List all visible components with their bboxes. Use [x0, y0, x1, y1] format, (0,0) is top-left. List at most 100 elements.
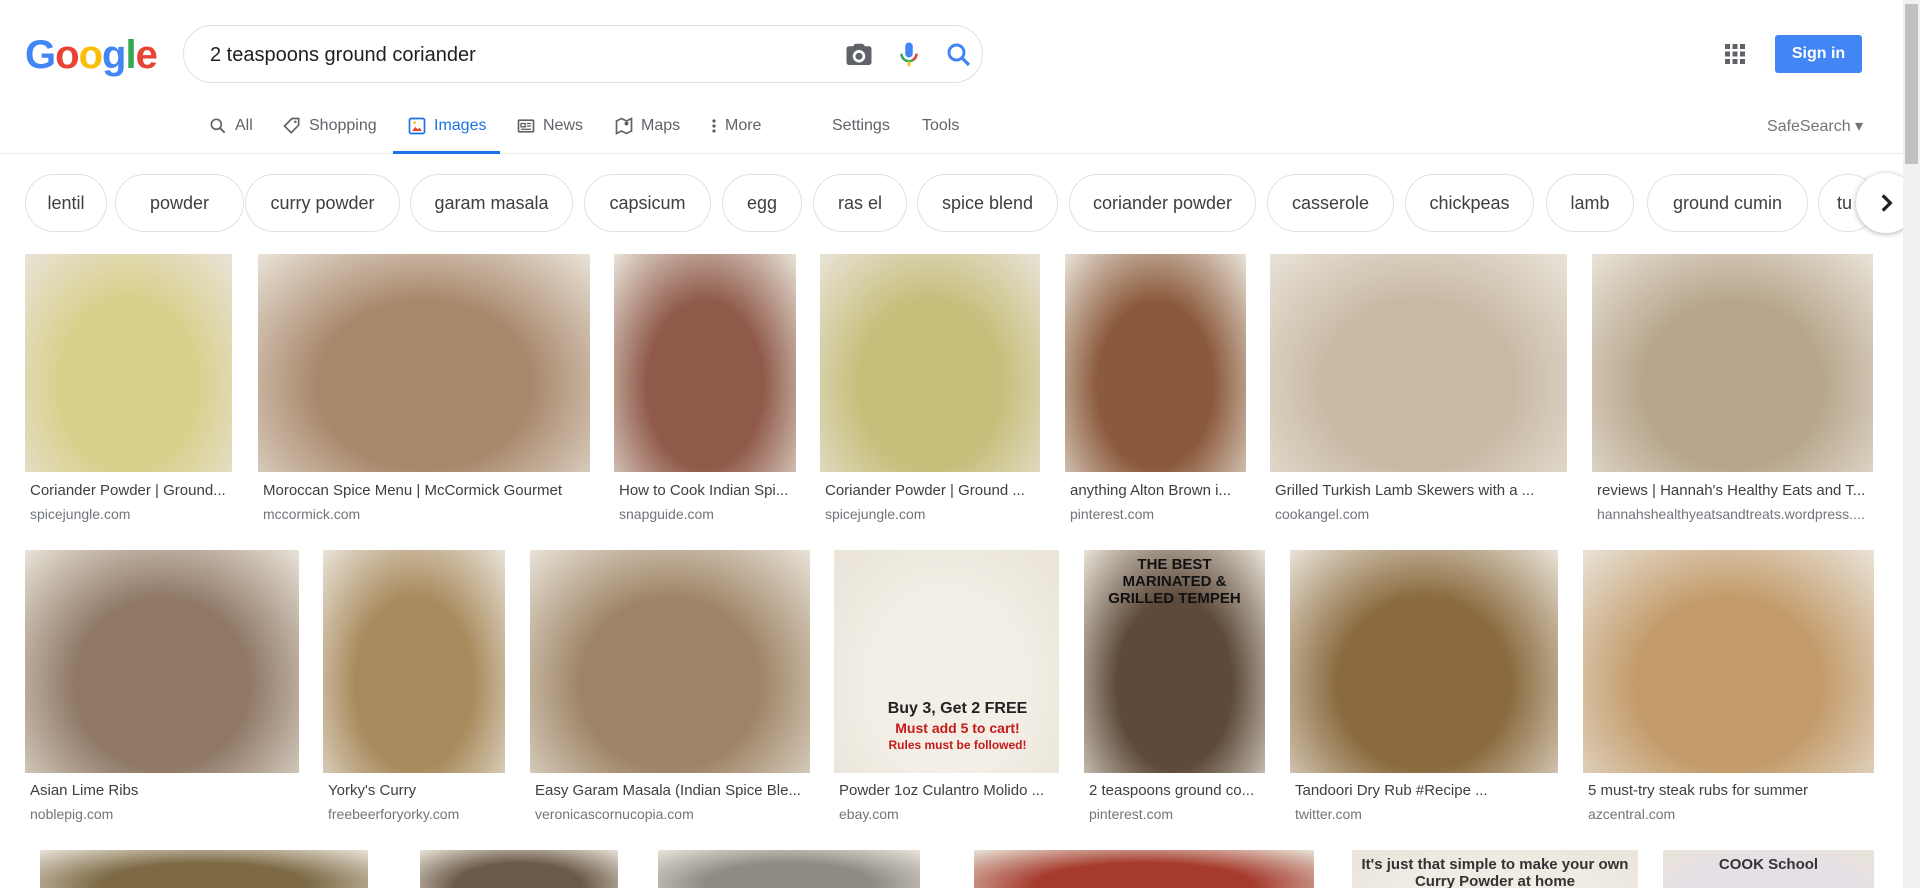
result-title[interactable]: How to Cook Indian Spi...	[619, 482, 793, 499]
result-source[interactable]: hannahshealthyeatsandtreats.wordpress...…	[1597, 506, 1870, 522]
logo-letter: l	[125, 33, 136, 77]
chip-spice-blend[interactable]: spice blend	[917, 174, 1058, 232]
result-thumbnail[interactable]	[25, 254, 232, 472]
search-icon[interactable]	[944, 40, 974, 70]
result-title[interactable]: Easy Garam Masala (Indian Spice Ble...	[535, 782, 807, 799]
tab-tools[interactable]: Tools	[922, 98, 959, 154]
chip-casserole[interactable]: casserole	[1267, 174, 1394, 232]
thumbnail-overlay-text: It's just that simple to make your own C…	[1361, 856, 1629, 888]
result-thumbnail[interactable]	[25, 550, 299, 773]
tab-label: Settings	[832, 117, 890, 134]
scrollbar[interactable]	[1903, 0, 1920, 888]
result-thumbnail[interactable]	[258, 254, 590, 472]
chip-garam-masala[interactable]: garam masala	[410, 174, 573, 232]
result-thumbnail[interactable]	[1270, 254, 1567, 472]
result-thumbnail[interactable]	[420, 850, 618, 888]
apps-grid-icon[interactable]	[1723, 42, 1747, 66]
result-source[interactable]: mccormick.com	[263, 506, 587, 522]
result-thumbnail[interactable]	[614, 254, 796, 472]
map-icon	[615, 117, 633, 135]
result-thumbnail[interactable]: Buy 3, Get 2 FREE Must add 5 to cart! Rule…	[834, 550, 1059, 773]
news-icon	[517, 119, 535, 133]
tab-settings[interactable]: Settings	[832, 98, 890, 154]
result-thumbnail[interactable]: It's just that simple to make your own C…	[1352, 850, 1638, 888]
microphone-icon[interactable]	[894, 40, 924, 70]
result-thumbnail[interactable]	[1592, 254, 1873, 472]
search-tabs: All Shopping Images News Maps More Setti…	[0, 98, 1920, 154]
chip-ras-el[interactable]: ras el	[813, 174, 907, 232]
result-thumbnail[interactable]	[323, 550, 505, 773]
result-title[interactable]: Tandoori Dry Rub #Recipe ...	[1295, 782, 1555, 799]
result-title[interactable]: Asian Lime Ribs	[30, 782, 296, 799]
result-source[interactable]: azcentral.com	[1588, 806, 1871, 822]
header: Google 2 teaspoons ground coriander Sign…	[0, 0, 1920, 154]
result-title[interactable]: anything Alton Brown i...	[1070, 482, 1243, 499]
tab-label: All	[235, 117, 253, 134]
scrollbar-thumb[interactable]	[1905, 4, 1918, 164]
result-thumbnail[interactable]: THE BEST MARINATED & GRILLED TEMPEH	[1084, 550, 1265, 773]
result-thumbnail[interactable]	[530, 550, 810, 773]
result-thumbnail[interactable]	[1065, 254, 1246, 472]
logo-letter: o	[78, 33, 103, 77]
result-source[interactable]: twitter.com	[1295, 806, 1555, 822]
result-source[interactable]: spicejungle.com	[825, 506, 1037, 522]
search-box[interactable]: 2 teaspoons ground coriander	[183, 25, 983, 83]
chip-ground-cumin[interactable]: ground cumin	[1647, 174, 1808, 232]
tab-news[interactable]: News	[516, 98, 583, 154]
logo-letter: G	[25, 33, 56, 77]
logo-letter: e	[135, 33, 158, 77]
more-vert-icon	[712, 119, 716, 133]
safesearch-toggle[interactable]: SafeSearch ▾	[1767, 116, 1863, 136]
chip-lentil[interactable]: lentil	[25, 174, 107, 232]
result-title[interactable]: Powder 1oz Culantro Molido ...	[839, 782, 1056, 799]
google-logo[interactable]: Google	[25, 33, 158, 78]
search-input[interactable]: 2 teaspoons ground coriander	[210, 44, 476, 67]
result-source[interactable]: snapguide.com	[619, 506, 793, 522]
result-source[interactable]: pinterest.com	[1089, 806, 1262, 822]
result-thumbnail[interactable]	[1290, 550, 1558, 773]
result-title[interactable]: Coriander Powder | Ground ...	[825, 482, 1037, 499]
result-thumbnail[interactable]	[820, 254, 1040, 472]
result-title[interactable]: Moroccan Spice Menu | McCormick Gourmet	[263, 482, 587, 499]
chip-chickpeas[interactable]: chickpeas	[1405, 174, 1534, 232]
chip-capsicum[interactable]: capsicum	[584, 174, 711, 232]
result-source[interactable]: cookangel.com	[1275, 506, 1564, 522]
result-title[interactable]: Coriander Powder | Ground...	[30, 482, 229, 499]
tab-label: News	[543, 117, 584, 134]
result-thumbnail[interactable]	[1583, 550, 1874, 773]
chip-egg[interactable]: egg	[722, 174, 802, 232]
result-source[interactable]: veronicascornucopia.com	[535, 806, 807, 822]
result-thumbnail[interactable]	[658, 850, 920, 888]
result-title[interactable]: Yorky's Curry	[328, 782, 502, 799]
logo-letter: g	[102, 33, 126, 77]
tab-label: Tools	[922, 117, 960, 134]
result-title[interactable]: 2 teaspoons ground co...	[1089, 782, 1262, 799]
result-thumbnail[interactable]	[40, 850, 368, 888]
tab-shopping[interactable]: Shopping	[282, 98, 377, 154]
thumbnail-overlay-text: COOK School	[1718, 856, 1819, 873]
result-title[interactable]: 5 must-try steak rubs for summer	[1588, 782, 1871, 799]
chip-coriander-powder[interactable]: coriander powder	[1069, 174, 1256, 232]
tab-images[interactable]: Images	[392, 98, 502, 154]
camera-icon[interactable]	[844, 40, 874, 70]
result-thumbnail[interactable]: COOK School	[1663, 850, 1874, 888]
tab-all[interactable]: All	[208, 98, 253, 154]
chip-lamb[interactable]: lamb	[1546, 174, 1634, 232]
image-icon	[408, 117, 426, 135]
result-title[interactable]: reviews | Hannah's Healthy Eats and T...	[1597, 482, 1870, 499]
result-source[interactable]: ebay.com	[839, 806, 1056, 822]
result-title[interactable]: Grilled Turkish Lamb Skewers with a ...	[1275, 482, 1564, 499]
tab-maps[interactable]: Maps	[614, 98, 680, 154]
result-source[interactable]: freebeerforyorky.com	[328, 806, 502, 822]
tab-more[interactable]: More	[710, 98, 761, 154]
chevron-right-icon	[1881, 194, 1893, 212]
thumbnail-overlay-text: Rules must be followed!	[888, 738, 1027, 752]
tab-label: Images	[434, 117, 487, 134]
chip-powder[interactable]: powder	[115, 174, 244, 232]
result-source[interactable]: noblepig.com	[30, 806, 296, 822]
chip-curry-powder[interactable]: curry powder	[245, 174, 400, 232]
result-source[interactable]: spicejungle.com	[30, 506, 229, 522]
sign-in-button[interactable]: Sign in	[1775, 35, 1862, 73]
result-source[interactable]: pinterest.com	[1070, 506, 1243, 522]
result-thumbnail[interactable]	[974, 850, 1314, 888]
